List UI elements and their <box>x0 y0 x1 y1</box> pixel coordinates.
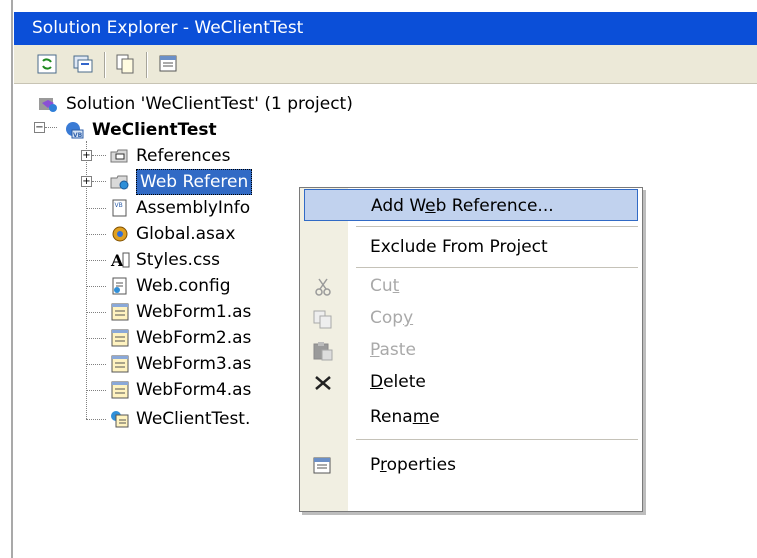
tree-item-assemblyinfo[interactable]: VB AssemblyInfo <box>110 195 310 221</box>
web-references-folder-icon <box>110 175 129 190</box>
webform-icon <box>111 381 129 399</box>
menu-item-delete[interactable]: Delete <box>300 366 642 398</box>
svg-text:VB: VB <box>115 202 123 209</box>
tree-item-webform1[interactable]: WebForm1.as <box>110 299 310 325</box>
window-title: Solution Explorer - WeClientTest <box>32 18 304 38</box>
menu-item-properties[interactable]: Properties <box>300 449 642 481</box>
webform-icon <box>111 329 129 347</box>
tree-item-project[interactable]: VB WeClientTest <box>64 117 364 143</box>
project-label: WeClientTest <box>92 120 217 140</box>
tree-item-web-config[interactable]: Web.config <box>110 273 310 299</box>
tree-item-discovery-file[interactable]: WeClientTest. <box>110 406 310 432</box>
webform-icon <box>111 355 129 373</box>
global-asax-icon <box>112 226 128 242</box>
menu-separator <box>356 226 638 227</box>
show-all-files-icon[interactable] <box>72 53 94 75</box>
menu-item-cut[interactable]: Cut <box>300 270 642 302</box>
tree-item-solution[interactable]: Solution 'WeClientTest' (1 project) <box>38 91 438 117</box>
menu-item-add-web-reference[interactable]: Add Web Reference... <box>304 189 638 221</box>
context-menu: Add Web Reference... Exclude From Projec… <box>299 187 643 512</box>
tree-item-global-asax[interactable]: Global.asax <box>110 221 310 247</box>
solution-label: Solution 'WeClientTest' (1 project) <box>66 94 353 114</box>
paste-icon <box>313 342 333 361</box>
tree-item-webform3[interactable]: WebForm3.as <box>110 351 310 377</box>
stylesheet-icon: A <box>110 251 130 270</box>
solution-icon <box>39 98 57 112</box>
toolbar <box>14 45 757 84</box>
discovery-file-icon <box>111 411 129 428</box>
title-bar: Solution Explorer - WeClientTest <box>14 12 757 45</box>
tree-item-references[interactable]: References <box>110 143 310 169</box>
scissors-icon <box>315 278 331 296</box>
copy-project-icon[interactable] <box>114 53 136 75</box>
copy-icon <box>313 310 332 329</box>
svg-text:VB: VB <box>73 132 83 139</box>
menu-separator <box>356 267 638 268</box>
webform-icon <box>111 303 129 321</box>
delete-x-icon <box>315 376 331 390</box>
menu-item-rename[interactable]: Rename <box>300 401 642 433</box>
menu-item-paste[interactable]: Paste <box>300 334 642 366</box>
menu-separator <box>356 439 638 440</box>
svg-text:A: A <box>110 251 124 270</box>
expand-toggle[interactable]: + <box>81 150 92 161</box>
toolbar-separator <box>104 52 106 78</box>
references-folder-icon <box>110 149 128 163</box>
tree-item-webform2[interactable]: WebForm2.as <box>110 325 310 351</box>
menu-item-copy[interactable]: Copy <box>300 302 642 334</box>
properties-icon <box>313 457 331 474</box>
properties-icon[interactable] <box>158 53 180 75</box>
toolbar-separator <box>146 52 148 78</box>
config-file-icon <box>112 277 127 295</box>
refresh-icon[interactable] <box>36 53 58 75</box>
collapse-toggle[interactable]: − <box>34 122 45 133</box>
tree-item-webform4[interactable]: WebForm4.as <box>110 377 310 403</box>
menu-item-exclude-from-project[interactable]: Exclude From Project <box>300 231 642 263</box>
tree-item-styles-css[interactable]: A Styles.css <box>110 247 310 273</box>
vb-file-icon: VB <box>112 199 127 217</box>
expand-toggle[interactable]: + <box>81 176 92 187</box>
vb-project-icon: VB <box>66 122 84 139</box>
